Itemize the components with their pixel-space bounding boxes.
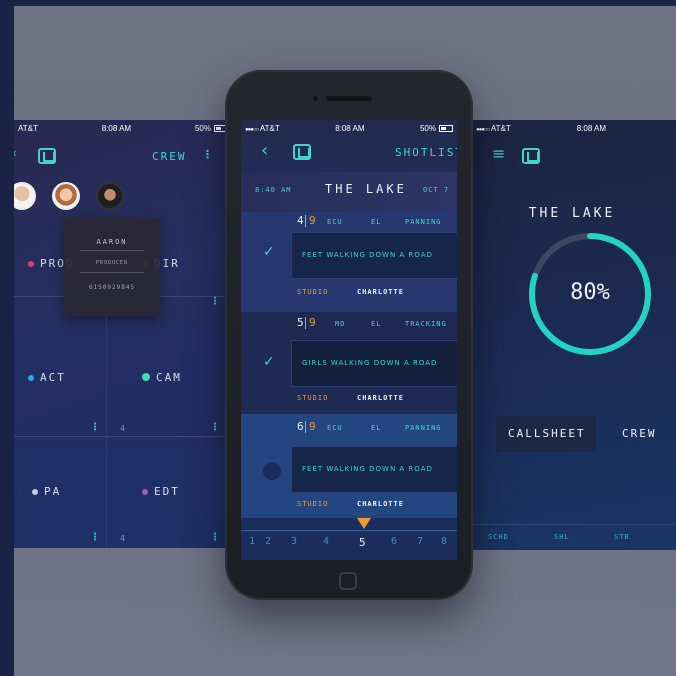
timeline-tick[interactable]: 3 <box>291 536 297 547</box>
scene-header: 8:40 AM THE LAKE OCT 7 <box>241 172 457 212</box>
popup-role: PRODUCER <box>95 260 129 266</box>
tab-storyboard[interactable]: STB <box>614 533 630 541</box>
checkmark-icon[interactable]: ✓ <box>263 354 275 370</box>
crew-screen: AT&T 8:08 AM 50% ‹ CREW ⋮ PROD DIR ACT <box>14 120 232 548</box>
status-bar: ●●●○○ AT&T 8:08 AM 50% <box>241 120 457 136</box>
more-icon[interactable]: ⋮ <box>90 532 100 543</box>
shot-card[interactable]: GIRLS WALKING DOWN A ROAD <box>291 340 457 387</box>
bottom-tab-bar: SCHD SHL STB <box>472 524 676 550</box>
signal-icon: ●●●○○ <box>245 126 259 133</box>
scene-time: 8:40 AM <box>255 186 292 194</box>
app-logo-icon <box>522 148 540 164</box>
timeline-tick[interactable]: 4 <box>323 536 329 547</box>
shotlist-title: SHOTLIST <box>395 146 457 159</box>
timeline-tick[interactable]: 7 <box>417 536 423 547</box>
divider <box>305 421 306 433</box>
crew-title: CREW <box>152 150 187 163</box>
grid-divider <box>14 436 232 437</box>
scene-date: OCT 7 <box>423 186 450 194</box>
tab-shotlist[interactable]: SHL <box>554 533 570 541</box>
shot-card[interactable]: FEET WALKING DOWN A ROAD <box>291 446 457 493</box>
more-icon[interactable]: ⋮ <box>210 532 220 543</box>
popup-phone[interactable]: 6150929845 <box>64 284 160 291</box>
shot-row[interactable]: 4 9 ECU EL PANNING ✓ FEET WALKING DOWN A… <box>241 212 457 312</box>
timeline-marker-icon[interactable] <box>357 518 371 529</box>
crew-popup: AARON PRODUCER 6150929845 <box>64 218 160 316</box>
role-act[interactable]: ACT <box>28 366 66 385</box>
time-label: 8:08 AM <box>576 123 607 133</box>
battery-label: 50% <box>194 123 211 133</box>
speaker <box>326 96 372 101</box>
phone-frame: ●●●○○ AT&T 8:08 AM 50% ‹ SHOTLIST 8:40 A… <box>225 70 473 600</box>
role-dot <box>32 489 38 495</box>
time-label: 8:08 AM <box>101 123 132 133</box>
hamburger-menu-icon[interactable]: ≡ <box>492 144 505 163</box>
carrier-label: AT&T <box>490 123 511 133</box>
tab-callsheet[interactable]: CALLSHEET <box>496 416 596 452</box>
header: ≡ <box>492 144 505 163</box>
checkmark-icon[interactable]: ✓ <box>263 244 275 260</box>
avatar[interactable] <box>96 182 124 210</box>
tab-crew[interactable]: CREW <box>622 427 657 440</box>
battery-label: 50% <box>419 123 436 133</box>
timeline-tick[interactable]: 1 <box>249 536 255 547</box>
back-icon[interactable]: ‹ <box>14 146 17 160</box>
timeline-tick[interactable]: 5 <box>359 536 366 549</box>
role-dot <box>142 373 150 381</box>
avatar[interactable] <box>14 182 36 210</box>
shot-card[interactable]: FEET WALKING DOWN A ROAD <box>291 232 457 279</box>
shot-row[interactable]: 6 9 ECU EL PANNING FEET WALKING DOWN A R… <box>241 414 457 518</box>
status-bar: ●●●○○ AT&T 8:08 AM <box>472 120 676 136</box>
role-edt[interactable]: EDT <box>142 480 180 499</box>
battery-icon <box>438 124 453 132</box>
role-dot <box>28 261 34 267</box>
timeline-ticks: 12345678910 <box>249 536 457 554</box>
timeline-tick[interactable]: 2 <box>265 536 271 547</box>
app-logo-icon <box>293 144 311 160</box>
more-icon[interactable]: ⋮ <box>90 422 100 433</box>
divider <box>80 272 144 273</box>
scene-title: THE LAKE <box>528 206 616 221</box>
shotlist-screen: ●●●○○ AT&T 8:08 AM 50% ‹ SHOTLIST 8:40 A… <box>241 120 457 560</box>
app-logo-icon <box>38 148 56 164</box>
avatar[interactable] <box>52 182 80 210</box>
timeline-tick[interactable]: 6 <box>391 536 397 547</box>
mockup-stage: AT&T 8:08 AM 50% ‹ CREW ⋮ PROD DIR ACT <box>14 6 676 676</box>
count-label: 4 <box>120 424 126 433</box>
shot-row[interactable]: 5 9 MD EL TRACKING ✓ GIRLS WALKING DOWN … <box>241 312 457 414</box>
signal-icon: ●●●○○ <box>476 126 490 133</box>
more-icon[interactable]: ⋮ <box>210 422 220 433</box>
progress-screen: ●●●○○ AT&T 8:08 AM ≡ THE LAKE 80% CALLSH… <box>472 120 676 550</box>
count-label: 4 <box>120 534 126 543</box>
role-cam[interactable]: CAM <box>142 366 182 385</box>
more-icon[interactable]: ⋮ <box>202 148 213 161</box>
unchecked-circle-icon[interactable] <box>263 462 281 480</box>
crew-header: ‹ CREW ⋮ <box>14 144 232 168</box>
role-dot <box>142 489 148 495</box>
carrier-label: AT&T <box>18 123 38 133</box>
role-pa[interactable]: PA <box>32 480 61 499</box>
time-label: 8:08 AM <box>335 123 365 133</box>
timeline-scrubber[interactable]: 12345678910 <box>241 518 457 560</box>
carrier-label: AT&T <box>259 123 280 133</box>
divider <box>80 250 144 251</box>
role-dot <box>28 375 34 381</box>
home-button[interactable] <box>339 572 357 590</box>
status-bar: AT&T 8:08 AM 50% <box>14 120 232 136</box>
divider <box>305 215 306 227</box>
popup-name: AARON <box>96 238 128 246</box>
scene-name: THE LAKE <box>325 182 407 196</box>
progress-label: 80% <box>570 280 610 305</box>
divider <box>305 317 306 329</box>
more-icon[interactable]: ⋮ <box>210 296 220 307</box>
camera <box>313 96 318 101</box>
timeline-tick[interactable]: 8 <box>441 536 447 547</box>
back-icon[interactable]: ‹ <box>261 140 268 161</box>
tab-schedule[interactable]: SCHD <box>488 533 509 541</box>
timeline-track <box>241 530 457 531</box>
